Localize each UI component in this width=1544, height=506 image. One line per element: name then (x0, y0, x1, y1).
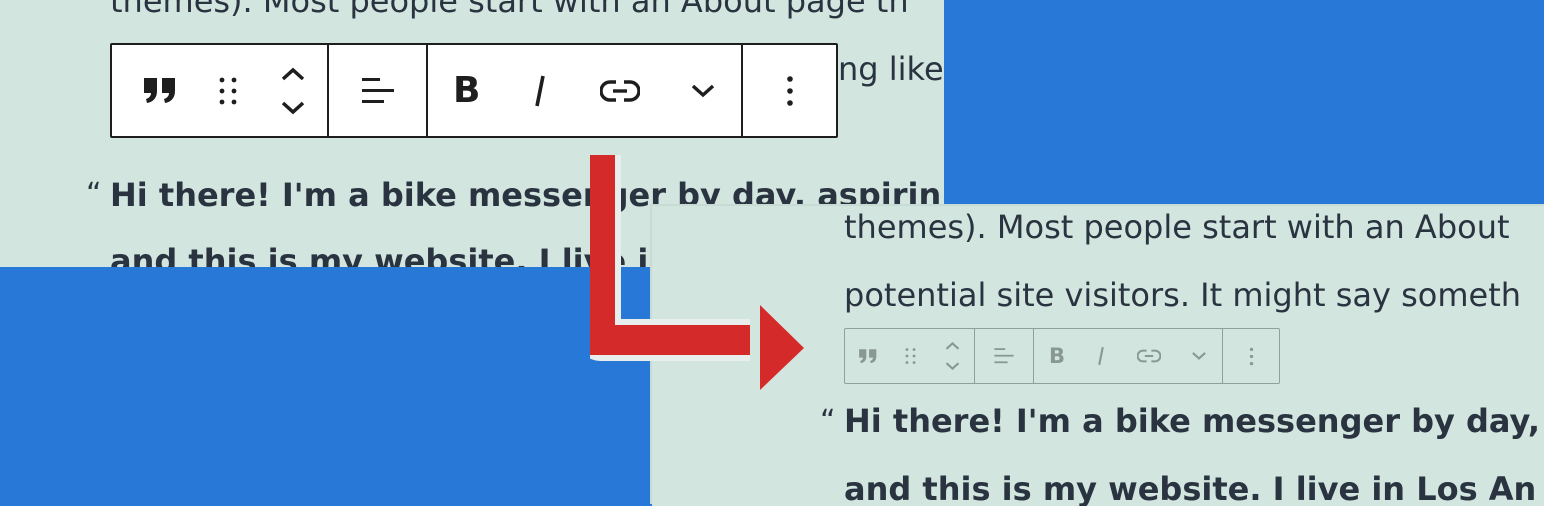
quote-block-button[interactable] (142, 45, 178, 136)
move-up-down-icon (281, 67, 305, 114)
align-button[interactable] (360, 45, 396, 136)
align-left-icon (994, 348, 1014, 364)
quote-mark: “ (820, 404, 836, 439)
transition-arrow-icon (590, 155, 804, 390)
quote-line: Hi there! I'm a bike messenger by day, (844, 402, 1541, 440)
bold-icon: B (452, 70, 481, 111)
options-group (1222, 329, 1279, 383)
bold-button[interactable]: B (453, 45, 480, 136)
block-toolbar: B (110, 43, 838, 138)
italic-icon (1098, 346, 1104, 366)
italic-button[interactable] (1095, 329, 1107, 383)
more-options-button[interactable] (1249, 329, 1254, 383)
align-left-icon (361, 77, 394, 103)
link-icon (1136, 349, 1161, 363)
chevron-down-icon (691, 84, 715, 97)
paragraph-line: potential site visitors. It might say so… (844, 276, 1522, 314)
more-options-button[interactable] (786, 45, 794, 136)
quote-block-button[interactable] (858, 329, 878, 383)
bold-icon: B (1048, 344, 1065, 368)
drag-handle-icon (906, 348, 916, 364)
quote-line: and this is my website. I live in Los An (844, 470, 1537, 506)
quote-mark: “ (86, 177, 102, 212)
alignment-group (974, 329, 1033, 383)
move-up-down-icon (945, 341, 960, 371)
drag-handle-icon (220, 77, 237, 104)
italic-icon (535, 75, 546, 106)
options-group (741, 45, 836, 136)
quote-icon (143, 77, 175, 103)
paragraph-line: themes). Most people start with an About… (110, 0, 909, 20)
drag-handle-button[interactable] (904, 329, 917, 383)
more-options-icon (1249, 347, 1253, 365)
quote-icon (859, 348, 877, 363)
formatting-group: B (1033, 329, 1222, 383)
link-button[interactable] (600, 45, 641, 136)
more-options-icon (786, 75, 793, 106)
align-button[interactable] (993, 329, 1015, 383)
more-formats-button[interactable] (690, 45, 716, 136)
block-controls-group (112, 45, 327, 136)
chevron-down-icon (1192, 352, 1206, 360)
block-controls-group (845, 329, 974, 383)
bold-button[interactable]: B (1049, 329, 1065, 383)
move-up-down-button[interactable] (279, 45, 307, 136)
more-formats-button[interactable] (1191, 329, 1207, 383)
block-toolbar-muted: B (844, 328, 1280, 384)
drag-handle-button[interactable] (217, 45, 239, 136)
alignment-group (327, 45, 426, 136)
move-up-down-button[interactable] (944, 329, 961, 383)
italic-button[interactable] (530, 45, 550, 136)
link-button[interactable] (1136, 329, 1161, 383)
quote-line: and this is my website. I live in (110, 242, 672, 267)
link-icon (600, 79, 641, 102)
formatting-group: B (426, 45, 741, 136)
paragraph-line: ng like (838, 50, 944, 88)
paragraph-line: themes). Most people start with an About (844, 208, 1510, 246)
